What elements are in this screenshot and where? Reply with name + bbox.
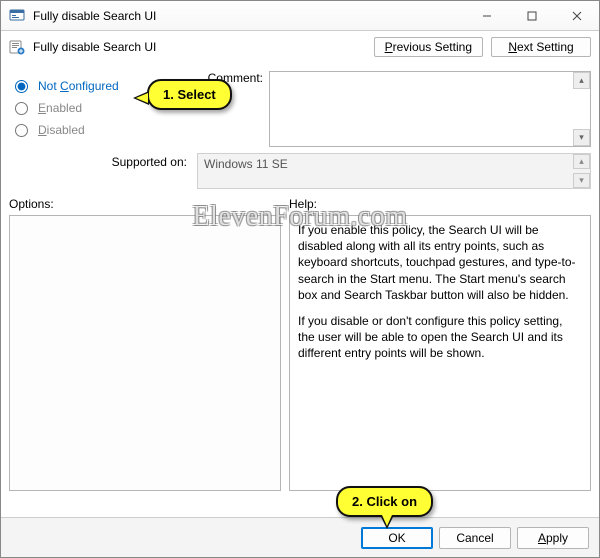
footer: OK Cancel Apply xyxy=(1,517,599,557)
next-setting-button[interactable]: Next Setting xyxy=(491,37,591,57)
help-paragraph: If you disable or don't configure this p… xyxy=(298,313,582,362)
help-paragraph: If you enable this policy, the Search UI… xyxy=(298,222,582,303)
window-title: Fully disable Search UI xyxy=(31,1,464,30)
apply-button[interactable]: Apply xyxy=(517,527,589,549)
callout-click-on: 2. Click on xyxy=(336,486,433,517)
previous-setting-button[interactable]: Previous Setting xyxy=(374,37,483,57)
supported-value: Windows 11 SE xyxy=(204,157,288,171)
options-pane xyxy=(9,215,281,491)
comment-scroll-down-icon[interactable]: ▾ xyxy=(573,129,590,146)
callout-arrow-icon xyxy=(380,515,394,529)
supported-scroll-up-icon: ▴ xyxy=(573,154,590,169)
comment-textarea[interactable]: ▴ ▾ xyxy=(269,71,591,147)
radio-disabled-input[interactable] xyxy=(15,124,28,137)
supported-scroll-down-icon: ▾ xyxy=(573,173,590,188)
radio-disabled[interactable]: Disabled xyxy=(9,119,189,141)
supported-row: Supported on: Windows 11 SE ▴ ▾ xyxy=(1,147,599,189)
close-button[interactable] xyxy=(554,1,599,30)
pane-labels: Options: Help: xyxy=(1,189,599,215)
maximize-button[interactable] xyxy=(509,1,554,30)
comment-area: Comment: ▴ ▾ xyxy=(201,71,591,147)
panes: If you enable this policy, the Search UI… xyxy=(1,215,599,495)
titlebar: Fully disable Search UI xyxy=(1,1,599,31)
options-label: Options: xyxy=(9,197,289,211)
minimize-button[interactable] xyxy=(464,1,509,30)
radio-not-configured-input[interactable] xyxy=(15,80,28,93)
ok-button[interactable]: OK xyxy=(361,527,433,549)
comment-scroll-up-icon[interactable]: ▴ xyxy=(573,72,590,89)
supported-box: Windows 11 SE ▴ ▾ xyxy=(197,153,591,189)
help-pane: If you enable this policy, the Search UI… xyxy=(289,215,591,491)
callout-arrow-icon xyxy=(133,91,149,105)
header-row: Fully disable Search UI Previous Setting… xyxy=(1,31,599,63)
cancel-button[interactable]: Cancel xyxy=(439,527,511,549)
radio-enabled-input[interactable] xyxy=(15,102,28,115)
callout-select: 1. Select xyxy=(147,79,232,110)
policy-icon xyxy=(9,39,25,55)
window-buttons xyxy=(464,1,599,30)
state-row: Not Configured Enabled Disabled Comment:… xyxy=(1,63,599,147)
supported-label: Supported on: xyxy=(9,153,189,169)
help-label: Help: xyxy=(289,197,591,211)
policy-title: Fully disable Search UI xyxy=(33,40,156,54)
policy-window-icon xyxy=(9,8,25,24)
